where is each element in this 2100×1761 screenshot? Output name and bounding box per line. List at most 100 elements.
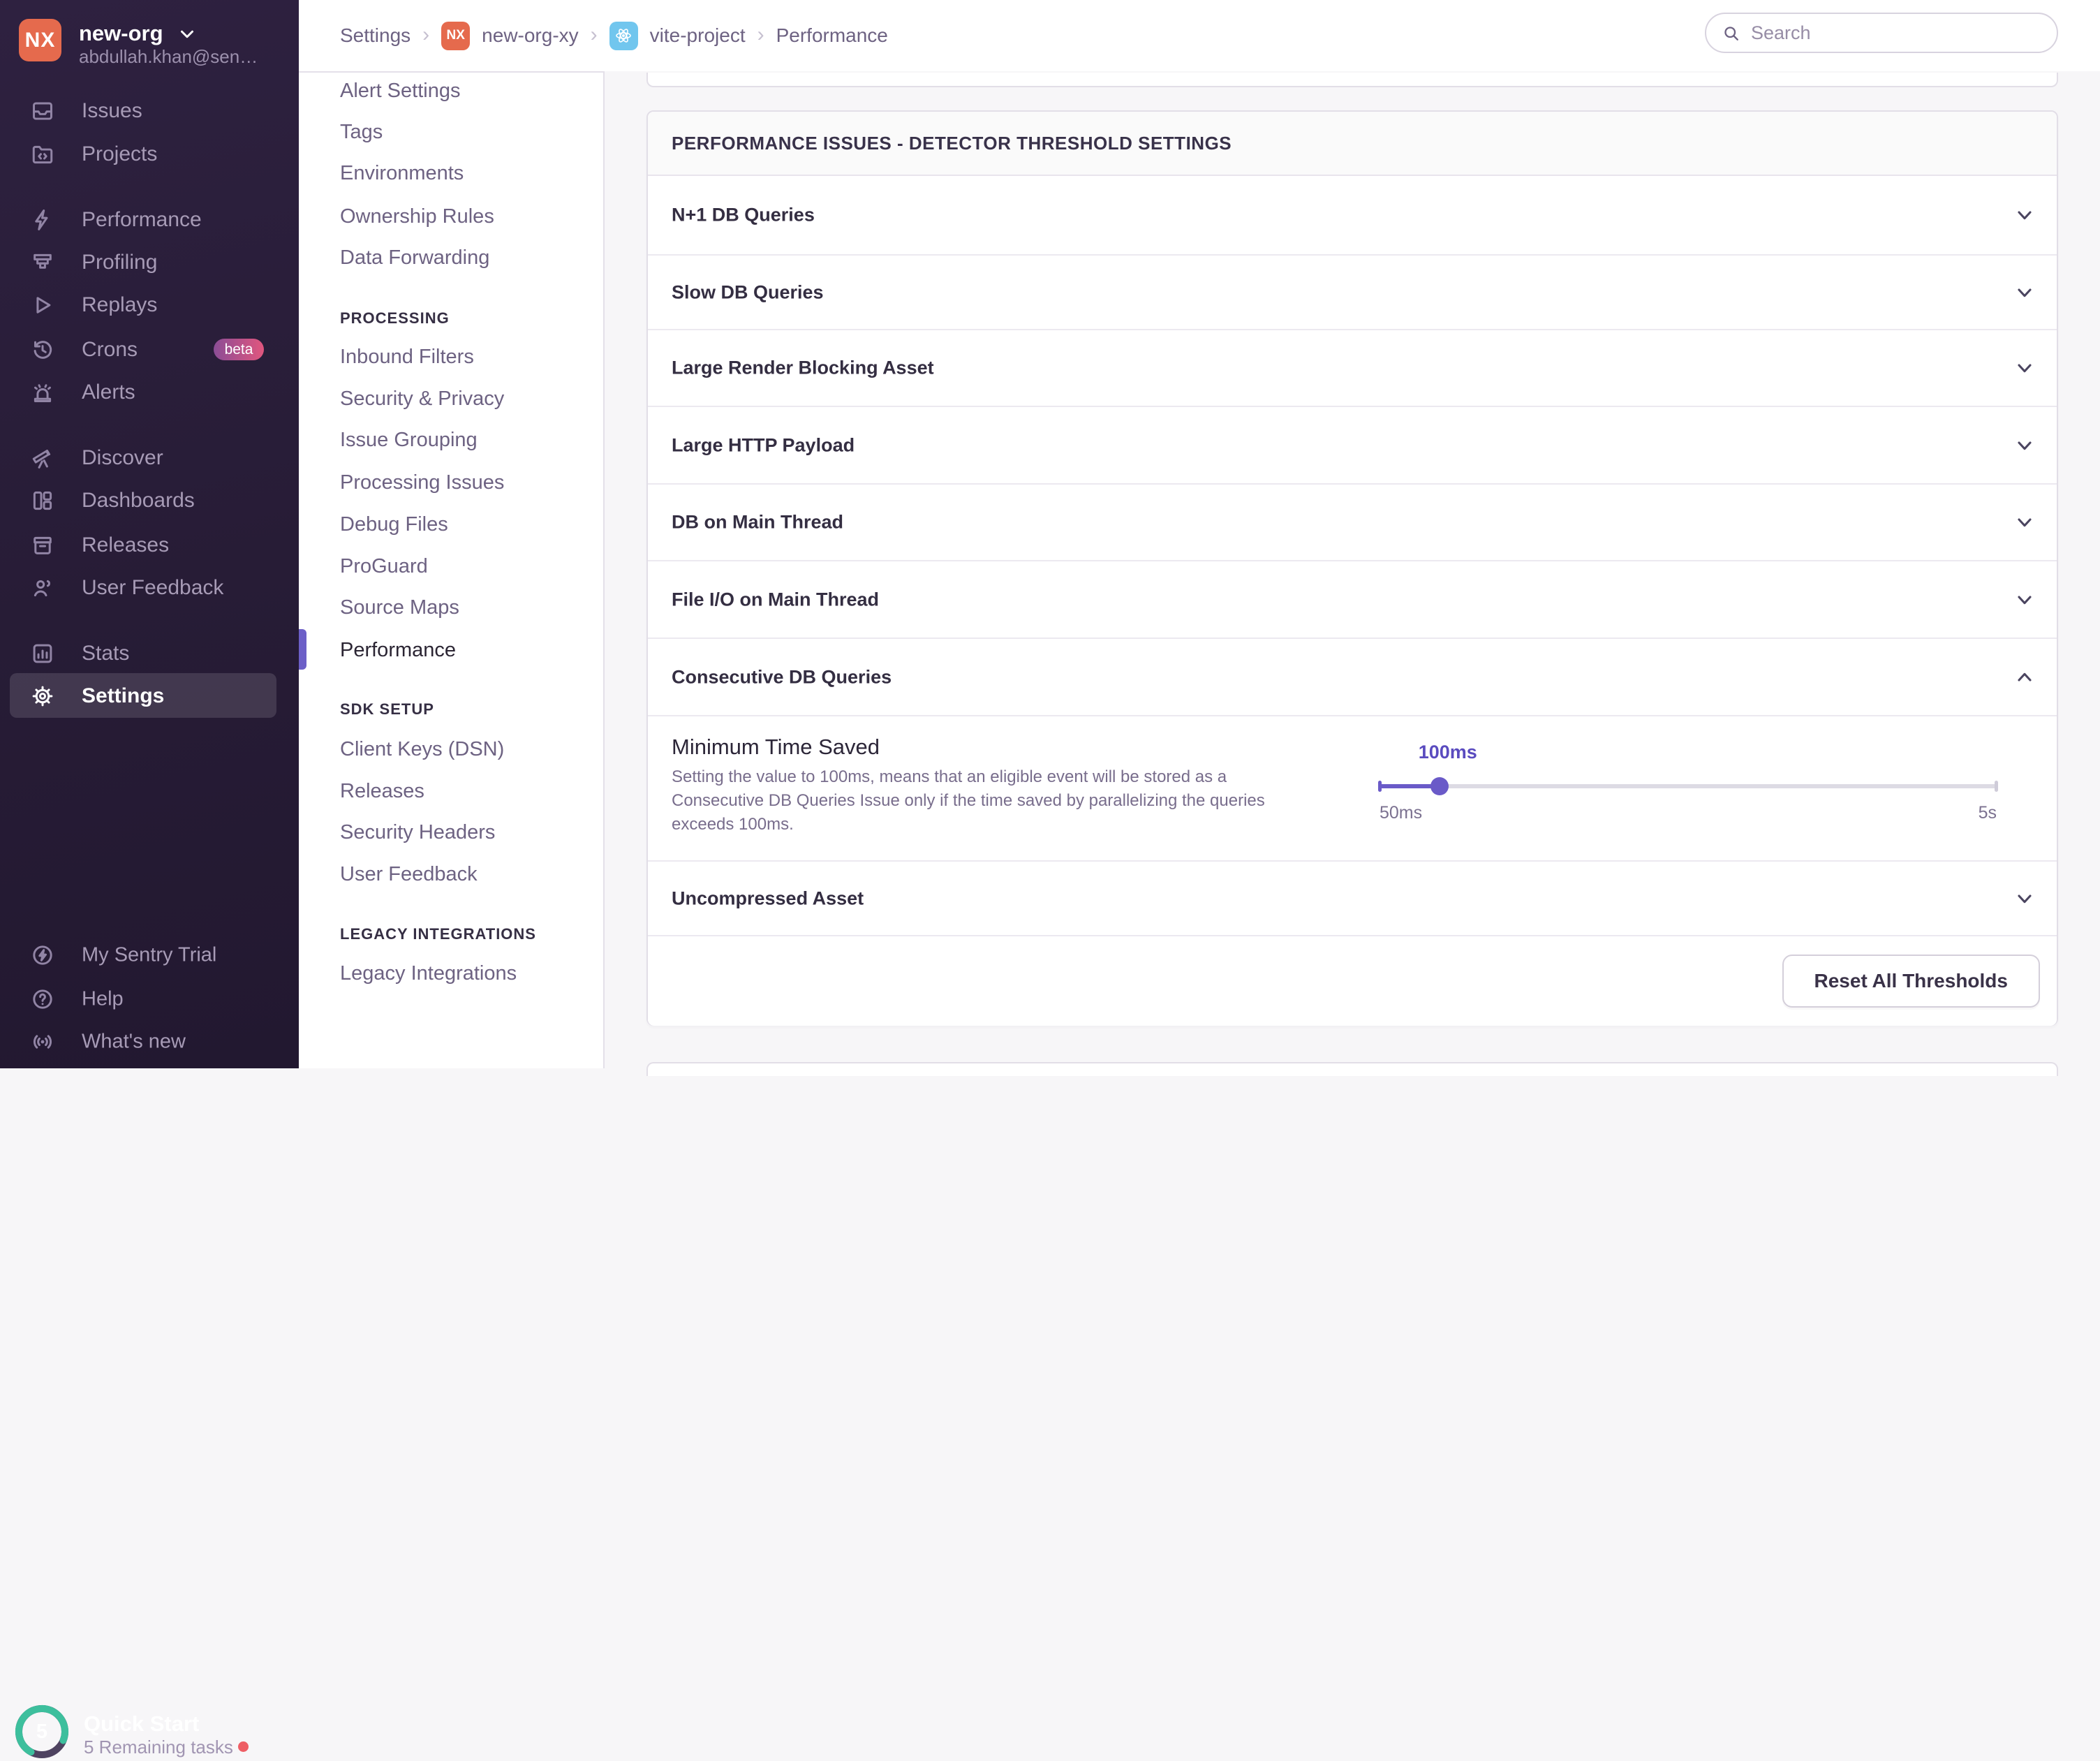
archive-icon — [31, 533, 54, 557]
org-switcher[interactable]: NX new-org abdullah.khan@sen… — [0, 0, 299, 77]
org-email: abdullah.khan@sen… — [79, 46, 258, 68]
sidebar-item-alerts[interactable]: Alerts — [0, 377, 299, 408]
settings-nav-item-performance[interactable]: Performance — [340, 637, 456, 663]
sidebar-item-discover[interactable]: Discover — [0, 443, 299, 473]
chevron-down-icon — [2013, 204, 2036, 226]
settings-nav-item-releases[interactable]: Releases — [340, 778, 424, 804]
profiling-icon — [31, 251, 54, 274]
slider-value-label: 100ms — [1419, 742, 1477, 763]
chevron-down-icon — [2013, 434, 2036, 457]
settings-nav-item-inbound-filters[interactable]: Inbound Filters — [340, 344, 474, 370]
sidebar-item-dashboards[interactable]: Dashboards — [0, 485, 299, 516]
sidebar-item-whats-new[interactable]: What's new — [0, 1026, 299, 1057]
sidebar-item-user-feedback[interactable]: User Feedback — [0, 573, 299, 603]
slider-track[interactable] — [1380, 784, 1997, 788]
settings-nav-item-security-headers[interactable]: Security Headers — [340, 819, 495, 846]
sidebar-item-replays[interactable]: Replays — [0, 290, 299, 320]
settings-nav-item-client-keys[interactable]: Client Keys (DSN) — [340, 736, 504, 762]
chevron-down-icon — [177, 24, 198, 45]
chevron-down-icon — [2013, 589, 2036, 611]
panel-header: PERFORMANCE ISSUES - DETECTOR THRESHOLD … — [648, 112, 2057, 176]
breadcrumb-project[interactable]: vite-project — [650, 24, 746, 47]
threshold-slider: 100ms 50ms 5s — [1380, 742, 1997, 832]
projects-icon — [31, 142, 54, 166]
settings-nav-item-ownership-rules[interactable]: Ownership Rules — [340, 203, 494, 230]
detector-row-consecutive-db-queries[interactable]: Consecutive DB Queries — [648, 638, 2057, 715]
detector-row-uncompressed-asset[interactable]: Uncompressed Asset — [648, 860, 2057, 935]
detector-row-label: DB on Main Thread — [672, 512, 843, 533]
sidebar-item-label: Stats — [82, 642, 129, 665]
settings-nav-item-security-privacy[interactable]: Security & Privacy — [340, 385, 504, 412]
chevron-down-icon — [2013, 357, 2036, 379]
settings-nav-item-debug-files[interactable]: Debug Files — [340, 511, 448, 538]
chevron-down-icon — [2013, 887, 2036, 910]
settings-nav-item-data-forwarding[interactable]: Data Forwarding — [340, 244, 489, 271]
threshold-settings-panel: PERFORMANCE ISSUES - DETECTOR THRESHOLD … — [646, 110, 2058, 1026]
settings-nav-item-user-feedback[interactable]: User Feedback — [340, 861, 478, 887]
panel-title: PERFORMANCE ISSUES - DETECTOR THRESHOLD … — [672, 112, 1232, 175]
sidebar-item-label: My Sentry Trial — [82, 944, 216, 967]
settings-nav-heading-processing: PROCESSING — [340, 308, 450, 329]
telescope-icon — [31, 446, 54, 470]
search-icon — [1722, 24, 1741, 43]
slider-max-cap — [1995, 781, 1998, 792]
sidebar-item-my-sentry-trial[interactable]: My Sentry Trial — [0, 940, 299, 971]
sidebar-item-releases[interactable]: Releases — [0, 530, 299, 561]
panel-footer: Reset All Thresholds — [648, 935, 2057, 1026]
primary-sidebar: NX new-org abdullah.khan@sen… Issues Pro… — [0, 0, 299, 1068]
detector-row-label: Slow DB Queries — [672, 281, 824, 303]
slider-handle[interactable] — [1430, 777, 1449, 795]
sidebar-item-issues[interactable]: Issues — [0, 96, 299, 126]
dashboard-icon — [31, 489, 54, 513]
settings-nav-item-source-maps[interactable]: Source Maps — [340, 594, 459, 621]
sidebar-item-performance[interactable]: Performance — [0, 205, 299, 235]
settings-nav-item-legacy-integrations[interactable]: Legacy Integrations — [340, 960, 517, 987]
settings-nav-item-issue-grouping[interactable]: Issue Grouping — [340, 427, 478, 453]
detector-row-db-on-main-thread[interactable]: DB on Main Thread — [648, 483, 2057, 560]
detector-row-label: Consecutive DB Queries — [672, 666, 892, 688]
detector-row-label: Uncompressed Asset — [672, 887, 864, 909]
settings-nav-item-environments[interactable]: Environments — [340, 160, 464, 186]
play-icon — [31, 293, 54, 317]
breadcrumb-separator: › — [591, 23, 598, 47]
sidebar-item-profiling[interactable]: Profiling — [0, 247, 299, 278]
detector-row-n-plus-one-db-queries[interactable]: N+1 DB Queries — [648, 176, 2057, 254]
org-avatar-small: NX — [441, 22, 470, 50]
sidebar-item-label: User Feedback — [82, 576, 223, 600]
settings-nav-item-alert-settings[interactable]: Alert Settings — [340, 78, 460, 104]
sidebar-item-label: Crons — [82, 338, 138, 362]
detector-row-large-http-payload[interactable]: Large HTTP Payload — [648, 406, 2057, 483]
sidebar-item-projects[interactable]: Projects — [0, 139, 299, 170]
chevron-down-icon — [2013, 281, 2036, 304]
sidebar-item-label: Projects — [82, 142, 157, 166]
search-box[interactable] — [1705, 13, 2058, 53]
broadcast-icon — [31, 1030, 54, 1054]
gear-icon — [31, 684, 54, 708]
breadcrumb-org[interactable]: new-org-xy — [482, 24, 578, 47]
detector-row-slow-db-queries[interactable]: Slow DB Queries — [648, 254, 2057, 329]
lightning-icon — [31, 208, 54, 232]
reset-all-thresholds-button[interactable]: Reset All Thresholds — [1782, 955, 2040, 1008]
sidebar-item-help[interactable]: Help — [0, 984, 299, 1015]
search-input[interactable] — [1750, 17, 2046, 49]
setting-description: Setting the value to 100ms, means that a… — [672, 765, 1300, 837]
sidebar-item-stats[interactable]: Stats — [0, 638, 299, 669]
detector-row-file-io-on-main-thread[interactable]: File I/O on Main Thread — [648, 560, 2057, 638]
settings-nav-heading-sdk-setup: SDK SETUP — [340, 699, 434, 720]
top-bar: Settings › NX new-org-xy › vite-project … — [299, 0, 2100, 73]
consecutive-db-queries-detail: Minimum Time Saved Setting the value to … — [648, 715, 2057, 860]
settings-nav-item-processing-issues[interactable]: Processing Issues — [340, 469, 504, 496]
sidebar-item-settings[interactable]: Settings — [0, 681, 299, 712]
beta-badge: beta — [214, 339, 264, 360]
issues-icon — [31, 99, 54, 123]
settings-nav-item-tags[interactable]: Tags — [340, 119, 383, 145]
slider-min-cap — [1378, 781, 1382, 792]
settings-nav-item-proguard[interactable]: ProGuard — [340, 553, 428, 580]
previous-panel-edge — [646, 73, 2058, 87]
detector-row-large-render-blocking-asset[interactable]: Large Render Blocking Asset — [648, 329, 2057, 406]
setting-label: Minimum Time Saved — [672, 735, 880, 760]
notification-dot — [238, 1741, 249, 1752]
quickstart-panel[interactable]: 5 Quick Start 5 Remaining tasks — [0, 848, 299, 918]
quickstart-subtitle: 5 Remaining tasks — [84, 1737, 233, 1758]
breadcrumb-settings[interactable]: Settings — [340, 24, 411, 47]
